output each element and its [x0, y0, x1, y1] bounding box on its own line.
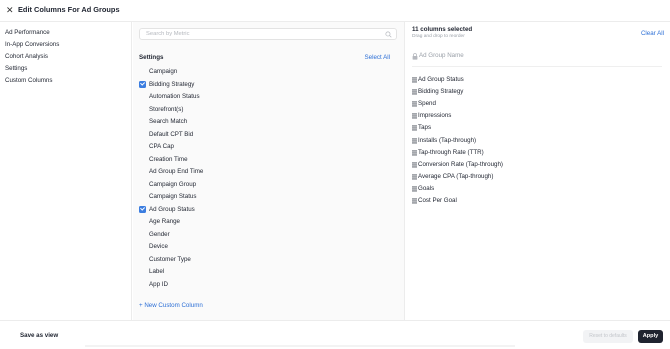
select-all-link[interactable]: Select All [365, 54, 390, 62]
checkbox[interactable] [139, 181, 146, 188]
metric-option-label: Campaign [149, 68, 178, 75]
drag-handle-icon[interactable] [412, 125, 417, 131]
drag-hint: Drag and drop to reorder [412, 34, 465, 39]
reset-to-defaults-button[interactable]: Reset to defaults [583, 330, 633, 343]
drag-handle-icon[interactable] [412, 77, 417, 83]
metric-option-label: CPA Cap [149, 143, 174, 150]
category-sidebar: Ad Performance In-App Conversions Cohort… [0, 22, 132, 320]
metric-option-label: Gender [149, 230, 170, 238]
checkbox-checked[interactable] [139, 205, 146, 213]
new-custom-column-link[interactable]: + New Custom Column [139, 302, 203, 310]
metric-option-label: Device [149, 243, 168, 250]
metric-option-label: Campaign Status [149, 193, 197, 200]
checkbox[interactable] [139, 281, 146, 288]
modal-header: ✕ Edit Columns For Ad Groups [0, 0, 670, 22]
checkbox[interactable] [139, 131, 146, 138]
sidebar-item-settings[interactable]: Settings [5, 65, 27, 73]
metric-picker-panel: Search by Metric Settings Select All Cam… [133, 22, 405, 320]
selected-column-label: Installs (Tap-through) [418, 136, 477, 144]
checkbox[interactable] [139, 256, 146, 263]
drag-handle-icon[interactable] [412, 113, 417, 119]
metric-option-label: Age Range [149, 218, 180, 225]
metric-option-label: Ad Group Status [149, 205, 195, 213]
checkbox[interactable] [139, 193, 146, 200]
divider [412, 66, 662, 67]
selected-column-label: Cost Per Goal [418, 197, 457, 204]
checkbox[interactable] [139, 106, 146, 113]
selected-column-label: Ad Group Status [418, 76, 464, 83]
checkbox[interactable] [139, 231, 146, 238]
selected-column-label: Tap-through Rate (TTR) [418, 148, 484, 156]
sidebar-item-custom-columns[interactable]: Custom Columns [5, 77, 52, 85]
section-title: Settings [139, 54, 164, 61]
selected-columns-panel: 11 columns selected Drag and drop to reo… [406, 22, 670, 320]
drag-handle-icon[interactable] [412, 89, 417, 95]
metric-option-label: Default CPT Bid [149, 130, 194, 138]
selected-column-label: Spend [418, 100, 436, 108]
metric-option-label: Bidding Strategy [149, 80, 195, 88]
selected-column-label: Conversion Rate (Tap-through) [418, 160, 503, 168]
checkbox[interactable] [139, 93, 146, 100]
checkbox[interactable] [139, 118, 146, 125]
selected-column-label: Average CPA (Tap-through) [418, 172, 494, 180]
metric-option-label: Label [149, 268, 165, 275]
pinned-column-label: Ad Group Name [419, 52, 464, 59]
selected-column-label: Bidding Strategy [418, 88, 464, 96]
search-input[interactable]: Search by Metric [139, 28, 397, 40]
checkbox-checked[interactable] [139, 80, 146, 88]
drag-handle-icon[interactable] [412, 174, 417, 180]
sidebar-item-in-app-conversions[interactable]: In-App Conversions [5, 41, 59, 49]
checkbox[interactable] [139, 168, 146, 175]
metric-option-label: Ad Group End Time [149, 168, 204, 175]
clear-all-link[interactable]: Clear All [641, 30, 664, 38]
sidebar-item-cohort-analysis[interactable]: Cohort Analysis [5, 53, 48, 61]
checkbox[interactable] [139, 156, 146, 163]
drag-handle-icon[interactable] [412, 138, 417, 144]
apply-button[interactable]: Apply [638, 330, 663, 343]
sidebar-item-ad-performance[interactable]: Ad Performance [5, 29, 50, 37]
save-as-view-checkbox[interactable] [9, 332, 16, 339]
metric-option-label: Creation Time [149, 155, 188, 163]
metric-option-label: Search Match [149, 118, 188, 125]
metric-option-label: Customer Type [149, 255, 191, 263]
selected-count: 11 columns selected [412, 26, 473, 33]
drag-handle-icon[interactable] [412, 186, 417, 192]
footer-shadow [85, 345, 515, 347]
drag-handle-icon[interactable] [412, 101, 417, 107]
metric-option-label: App ID [149, 280, 168, 288]
save-as-view-label: Save as view [20, 332, 59, 339]
checkbox[interactable] [139, 218, 146, 225]
drag-handle-icon[interactable] [412, 162, 417, 168]
metric-option-label: Campaign Group [149, 180, 197, 188]
metric-option-label: Automation Status [149, 93, 200, 100]
lock-icon [412, 52, 418, 60]
checkbox[interactable] [139, 68, 146, 75]
search-icon [385, 31, 392, 38]
selected-column-label: Impressions [418, 112, 452, 120]
drag-handle-icon[interactable] [412, 198, 417, 204]
search-placeholder: Search by Metric [146, 31, 190, 37]
modal-title: Edit Columns For Ad Groups [18, 5, 120, 14]
close-icon[interactable]: ✕ [6, 5, 14, 15]
metric-option-label: Storefront(s) [149, 105, 184, 113]
selected-column-label: Goals [418, 184, 435, 192]
checkbox[interactable] [139, 268, 146, 275]
drag-handle-icon[interactable] [412, 150, 417, 156]
checkbox[interactable] [139, 243, 146, 250]
selected-column-label: Taps [418, 124, 432, 132]
checkbox[interactable] [139, 143, 146, 150]
